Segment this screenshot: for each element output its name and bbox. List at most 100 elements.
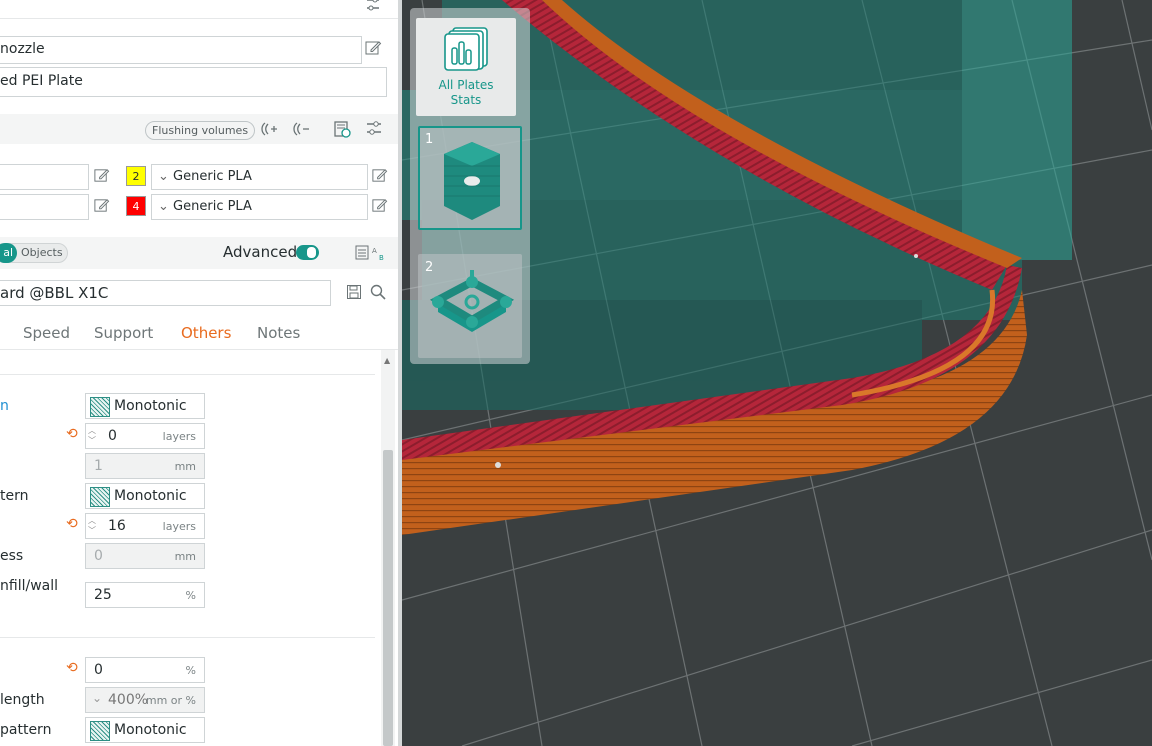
bottom-layers-value: 16 xyxy=(108,518,126,534)
bottom-surface-pattern-select[interactable]: Monotonic xyxy=(85,483,205,509)
bottom-thickness-value: 0 xyxy=(94,548,103,564)
infill-wall-overlap-input[interactable]: 25 % xyxy=(85,582,205,608)
divider xyxy=(0,637,375,638)
tab-speed[interactable]: Speed xyxy=(23,324,70,342)
hex-object-preview xyxy=(444,142,500,220)
settings-sliders-icon[interactable] xyxy=(365,0,381,16)
svg-text:A: A xyxy=(372,247,377,255)
filament-2-box[interactable] xyxy=(0,194,89,220)
sparse-infill-density-input[interactable]: 0 % xyxy=(85,657,205,683)
scrollbar-thumb[interactable] xyxy=(383,450,393,746)
monotonic-pattern-icon xyxy=(90,487,110,507)
tab-others[interactable]: Others xyxy=(181,324,231,342)
infill-anchor-length-select[interactable]: ⌄ 400% mm or % xyxy=(85,687,205,713)
advanced-label: Advanced xyxy=(223,243,298,261)
edit-icon[interactable] xyxy=(371,197,388,218)
plate-number: 1 xyxy=(425,132,434,147)
edit-icon[interactable] xyxy=(371,167,388,188)
reset-icon[interactable]: ⟲ xyxy=(66,516,78,532)
nozzle-text: nozzle xyxy=(0,41,45,57)
bottom-shell-thickness-input[interactable]: 0 mm xyxy=(85,543,205,569)
bottom-shell-layers-input[interactable]: ︿ ﹀ 16 layers xyxy=(85,513,205,539)
process-preset-select[interactable]: ard @BBL X1C xyxy=(0,280,331,306)
plate-type-text: ed PEI Plate xyxy=(0,73,83,89)
add-filament-icon[interactable] xyxy=(258,119,278,143)
svg-text:B: B xyxy=(379,254,384,262)
frame-object-preview xyxy=(430,270,514,332)
spin-arrows-icon[interactable]: ︿ ﹀ xyxy=(88,516,96,536)
top-shell-thickness-input[interactable]: 1 mm xyxy=(85,453,205,479)
filament-index-badge: 4 xyxy=(126,196,146,216)
top-layers-value: 0 xyxy=(108,428,117,444)
settings-scrollbar[interactable]: ▲ xyxy=(381,350,395,746)
settings-panel: nozzle ed PEI Plate Flushing volumes 2 ⌄… xyxy=(0,0,398,746)
plate-thumbnail-2[interactable]: 2 xyxy=(418,254,522,358)
top-thickness-value: 1 xyxy=(94,458,103,474)
advanced-toggle[interactable] xyxy=(296,245,319,260)
chevron-down-icon: ⌄ xyxy=(158,169,169,184)
scroll-up-arrow-icon[interactable]: ▲ xyxy=(384,356,390,365)
anchor-length-value: 400% xyxy=(108,692,149,708)
mm-unit: mm xyxy=(174,550,196,563)
all-plates-label: All Plates Stats xyxy=(438,78,494,107)
filament-index-badge: 2 xyxy=(126,166,146,186)
global-tab[interactable]: al xyxy=(0,243,17,263)
filament-1-box[interactable] xyxy=(0,164,89,190)
top-shell-layers-input[interactable]: ︿ ﹀ 0 layers xyxy=(85,423,205,449)
plates-panel: All Plates Stats 1 2 xyxy=(410,8,530,364)
debris-dot xyxy=(495,462,501,468)
bottom-thickness-label: ess xyxy=(0,548,24,564)
bottom-pattern-value: Monotonic xyxy=(114,488,187,504)
edit-icon[interactable] xyxy=(364,39,382,61)
layers-unit: layers xyxy=(162,430,196,443)
search-icon[interactable] xyxy=(370,284,386,304)
global-objects-toggle[interactable]: al Objects xyxy=(0,243,68,263)
layers-unit: layers xyxy=(162,520,196,533)
objects-tab[interactable]: Objects xyxy=(21,246,63,259)
save-icon[interactable] xyxy=(346,284,362,304)
nozzle-field[interactable]: nozzle xyxy=(0,36,362,64)
filament-name: Generic PLA xyxy=(173,199,252,214)
sync-filament-icon[interactable] xyxy=(332,119,352,143)
reset-icon[interactable]: ⟲ xyxy=(66,660,78,676)
filament-settings-icon[interactable] xyxy=(365,119,383,141)
infill-pattern-value: Monotonic xyxy=(114,722,187,738)
mm-unit: mm xyxy=(174,460,196,473)
spin-arrows-icon[interactable]: ︿ ﹀ xyxy=(88,426,96,446)
monotonic-pattern-icon xyxy=(90,721,110,741)
divider xyxy=(0,374,375,375)
tab-notes[interactable]: Notes xyxy=(257,324,300,342)
reset-icon[interactable]: ⟲ xyxy=(66,426,78,442)
density-value: 0 xyxy=(94,662,103,678)
top-pattern-label: n xyxy=(0,398,9,414)
plate-type-select[interactable]: ed PEI Plate xyxy=(0,67,387,97)
filament-name: Generic PLA xyxy=(173,169,252,184)
remove-filament-icon[interactable] xyxy=(290,119,310,143)
mm-or-percent-unit: mm or % xyxy=(145,694,196,707)
debris-dot xyxy=(914,254,918,258)
infill-pattern-label: pattern xyxy=(0,722,52,738)
percent-unit: % xyxy=(185,589,196,602)
chevron-down-icon: ⌄ xyxy=(158,199,169,214)
process-preset-name: ard @BBL X1C xyxy=(0,284,109,302)
bottom-pattern-label: tern xyxy=(0,488,29,504)
3d-viewport[interactable]: All Plates Stats 1 2 xyxy=(402,0,1152,746)
divider xyxy=(0,18,398,19)
infill-wall-overlap-label: nfill/wall xyxy=(0,578,58,594)
overlap-value: 25 xyxy=(94,587,112,603)
tab-support[interactable]: Support xyxy=(94,324,153,342)
anchor-length-label: length xyxy=(0,692,45,708)
edit-icon[interactable] xyxy=(93,167,110,188)
filament-select[interactable]: ⌄ Generic PLA xyxy=(151,194,368,220)
all-plates-stats-button[interactable]: All Plates Stats xyxy=(416,18,516,116)
flushing-volumes-button[interactable]: Flushing volumes xyxy=(145,121,256,140)
filament-select[interactable]: ⌄ Generic PLA xyxy=(151,164,368,190)
percent-unit: % xyxy=(185,664,196,677)
monotonic-pattern-icon xyxy=(90,397,110,417)
edit-icon[interactable] xyxy=(93,197,110,218)
plate-thumbnail-1[interactable]: 1 xyxy=(418,126,522,230)
chevron-down-icon: ⌄ xyxy=(92,691,103,705)
compare-icon[interactable]: AB xyxy=(355,244,389,266)
top-surface-pattern-select[interactable]: Monotonic ... xyxy=(85,393,205,430)
infill-pattern-select[interactable]: Monotonic xyxy=(85,717,205,743)
